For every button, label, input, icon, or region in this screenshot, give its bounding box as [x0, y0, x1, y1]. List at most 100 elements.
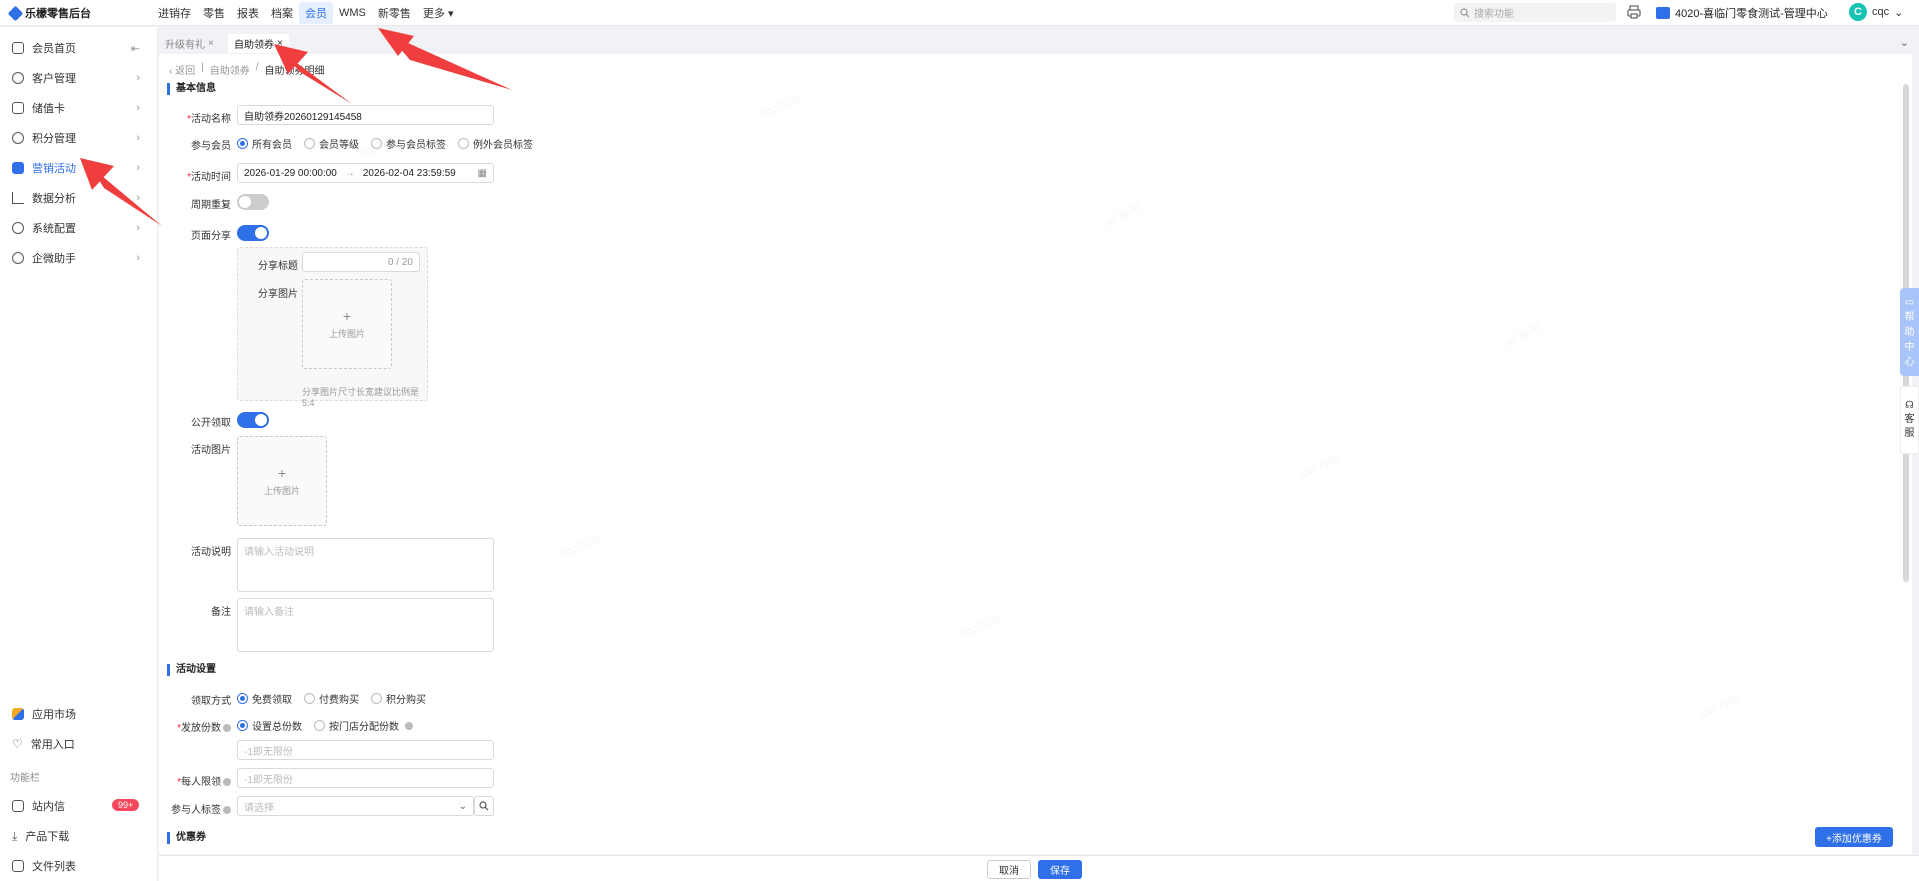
radio-label: 所有会员	[252, 140, 292, 151]
radio-total-quantity[interactable]: 设置总份数	[237, 718, 302, 733]
sidebar-item-customers[interactable]: 客户管理 ›	[0, 65, 158, 91]
chevron-down-icon[interactable]: ⌄	[1900, 36, 1909, 49]
participant-tag-label: 参与人标签	[165, 801, 231, 816]
per-person-limit-input[interactable]: -1即无限份	[237, 768, 494, 788]
radio-points-purchase[interactable]: 积分购买	[371, 691, 426, 706]
public-claim-label: 公开领取	[191, 418, 231, 429]
info-icon[interactable]	[223, 724, 231, 733]
logo-icon	[7, 5, 24, 21]
activity-time-range[interactable]: 2026-01-29 00:00:00 → 2026-02-04 23:59:5…	[237, 163, 494, 183]
public-claim-toggle[interactable]	[237, 412, 269, 428]
chevron-right-icon: ›	[136, 132, 140, 144]
breadcrumb-parent[interactable]: 自助领券	[210, 62, 250, 77]
app-logo[interactable]: 乐檬零售后台	[7, 5, 91, 21]
save-button[interactable]: 保存	[1038, 860, 1082, 879]
help-char: 中	[1904, 341, 1915, 353]
sidebar-item-label: 文件列表	[32, 861, 76, 873]
cancel-button[interactable]: 取消	[987, 860, 1031, 879]
sidebar-item-stored-card[interactable]: 储值卡 ›	[0, 95, 158, 121]
radio-member-tags[interactable]: 参与会员标签	[371, 136, 446, 151]
total-quantity-input[interactable]: -1即无限份	[237, 740, 494, 760]
chevron-right-icon: ›	[136, 72, 140, 84]
sidebar-item-messages[interactable]: 站内信 99+	[0, 793, 158, 819]
tag-search-button[interactable]	[474, 796, 494, 816]
description-textarea[interactable]: 请输入活动说明	[237, 538, 494, 592]
sidebar-item-downloads[interactable]: ⤓ 产品下载	[0, 823, 158, 849]
sidebar-item-wecom[interactable]: 企微助手 ›	[0, 245, 158, 271]
repeat-toggle[interactable]	[237, 194, 269, 210]
close-icon[interactable]: ×	[208, 38, 214, 49]
share-image-upload[interactable]: + 上传图片	[302, 279, 392, 369]
radio-store-quantity[interactable]: 按门店分配份数	[314, 718, 413, 733]
radio-excluded-tags[interactable]: 例外会员标签	[458, 136, 533, 151]
nav-retail[interactable]: 零售	[197, 2, 231, 24]
description-label: 活动说明	[191, 547, 231, 558]
radio-dot	[314, 720, 325, 731]
nav-reports[interactable]: 报表	[231, 2, 265, 24]
nav-new-retail[interactable]: 新零售	[372, 2, 417, 24]
printer-icon[interactable]	[1627, 5, 1641, 19]
customer-service-button[interactable]: ☊ 客 服	[1900, 386, 1919, 454]
radio-label: 参与会员标签	[386, 140, 446, 151]
collapse-icon[interactable]: ⇤	[131, 42, 140, 55]
nav-inventory[interactable]: 进销存	[152, 2, 197, 24]
share-settings-panel: 分享标题 0 / 20 分享图片 + 上传图片 分享图片尺寸长宽建议比例是5:4	[237, 247, 428, 408]
sidebar-item-marketing[interactable]: 营销活动 ›	[0, 155, 158, 181]
share-title-input[interactable]: 0 / 20	[302, 252, 420, 272]
back-link[interactable]: ‹ 返回	[169, 62, 195, 77]
activity-image-upload[interactable]: + 上传图片	[237, 436, 327, 526]
nav-member[interactable]: 会员	[299, 2, 333, 24]
sidebar-item-member-home[interactable]: 会员首页 ⇤	[0, 35, 158, 61]
sidebar-item-analytics[interactable]: 数据分析 ›	[0, 185, 158, 211]
radio-paid-purchase[interactable]: 付费购买	[304, 691, 359, 706]
radio-all-members[interactable]: 所有会员	[237, 136, 292, 151]
search-icon	[1460, 7, 1470, 17]
radio-label: 按门店分配份数	[329, 722, 399, 733]
breadcrumb-separator: /	[255, 62, 259, 73]
info-icon[interactable]	[223, 806, 231, 815]
members-label: 参与会员	[191, 141, 231, 152]
quantity-radio-group: 设置总份数 按门店分配份数	[237, 718, 413, 733]
label-text: 每人限领	[181, 777, 221, 788]
search-placeholder: 搜索功能	[1474, 9, 1514, 20]
label-text: 发放份数	[181, 723, 221, 734]
activity-image-label: 活动图片	[191, 445, 231, 456]
help-center-button[interactable]: ▭ 帮 助 中 心	[1900, 288, 1919, 376]
user-menu[interactable]: C cqc ⌄	[1849, 3, 1903, 21]
participant-tag-select[interactable]: 请选择 ⌄	[237, 796, 474, 816]
marketing-icon	[12, 162, 24, 174]
sidebar-item-label: 会员首页	[32, 43, 76, 55]
store-selector[interactable]: 4020-喜临门零食测试-管理中心	[1656, 5, 1828, 21]
activity-name-input[interactable]: 自助领券20260129145458	[237, 105, 494, 125]
remark-textarea[interactable]: 请输入备注	[237, 598, 494, 652]
sidebar-item-label: 数据分析	[32, 193, 76, 205]
sidebar-item-label: 企微助手	[32, 253, 76, 265]
nav-more[interactable]: 更多 ▾	[417, 2, 460, 24]
nav-wms[interactable]: WMS	[333, 4, 372, 22]
breadcrumb-current: 自助领券明细	[264, 66, 325, 77]
radio-free-claim[interactable]: 免费领取	[237, 691, 292, 706]
sidebar-item-points[interactable]: 积分管理 ›	[0, 125, 158, 151]
store-icon	[1656, 7, 1670, 19]
close-icon[interactable]: ×	[277, 38, 283, 49]
nav-archive[interactable]: 档案	[265, 2, 299, 24]
sidebar-item-app-market[interactable]: 应用市场	[0, 701, 158, 727]
sidebar-item-file-list[interactable]: 文件列表	[0, 853, 158, 879]
info-icon[interactable]	[223, 778, 231, 787]
tab-self-service-coupon[interactable]: 自助领券 ×	[228, 34, 289, 53]
share-toggle[interactable]	[237, 225, 269, 241]
store-name: 4020-喜临门零食测试-管理中心	[1675, 8, 1828, 20]
service-char: 服	[1904, 428, 1915, 439]
radio-label: 付费购买	[319, 695, 359, 706]
sidebar-item-label: 积分管理	[32, 133, 76, 145]
sidebar-item-system-config[interactable]: 系统配置 ›	[0, 215, 158, 241]
tab-upgrade-gift[interactable]: 升级有礼 ×	[159, 34, 220, 53]
label-text: 活动时间	[191, 172, 231, 183]
caret-down-icon: ▾	[444, 8, 454, 20]
search-icon	[479, 801, 489, 811]
info-icon[interactable]	[405, 721, 413, 730]
sidebar-item-favorites[interactable]: ♡ 常用入口	[0, 731, 158, 757]
add-coupon-button[interactable]: +添加优惠券	[1815, 827, 1893, 847]
search-input[interactable]: 搜索功能	[1454, 3, 1616, 22]
radio-member-level[interactable]: 会员等级	[304, 136, 359, 151]
